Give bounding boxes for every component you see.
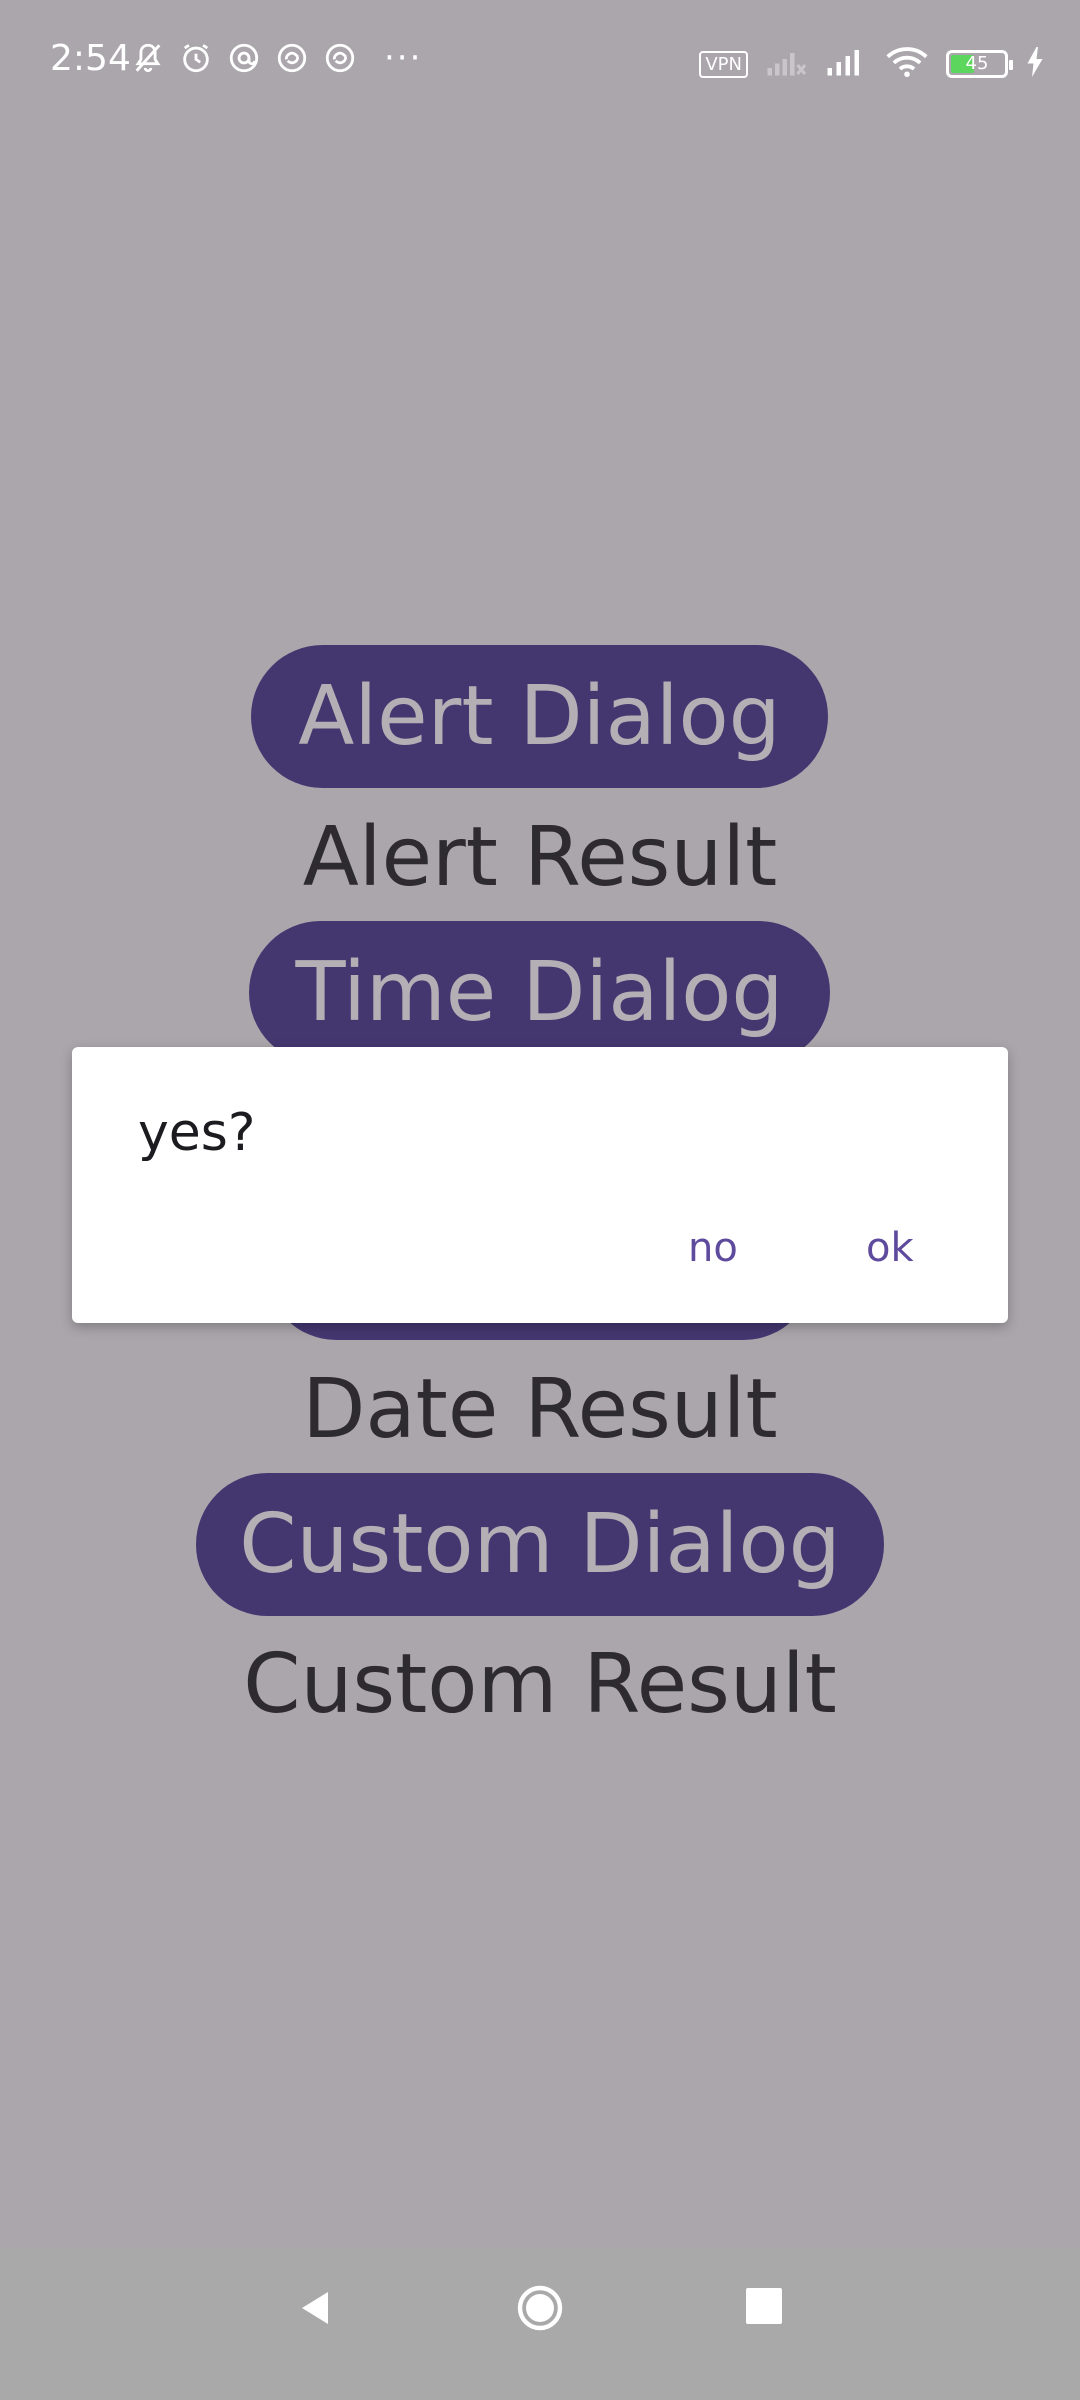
home-icon[interactable]: [516, 2284, 564, 2332]
dialog-ok-button[interactable]: ok: [866, 1225, 914, 1271]
vpn-icon: VPN: [699, 50, 748, 78]
custom-dialog-button-label: Custom Dialog: [239, 1497, 841, 1592]
date-result-text: Date Result: [302, 1362, 778, 1457]
custom-result-text: Custom Result: [243, 1637, 837, 1732]
alert-dialog: yes? no ok: [72, 1047, 1008, 1323]
alert-dialog-button[interactable]: Alert Dialog: [251, 645, 828, 788]
navigation-bar: [0, 2248, 1080, 2400]
wifi-icon: [886, 46, 928, 82]
system-icons: VPN 45: [699, 46, 1044, 82]
alert-result-text: Alert Result: [302, 810, 778, 905]
notification-icons: ···: [130, 40, 422, 76]
battery-icon: 45: [946, 50, 1013, 78]
at-icon: [226, 40, 262, 76]
recents-icon[interactable]: [746, 2288, 782, 2324]
status-time: 2:54: [50, 38, 131, 79]
back-icon[interactable]: [296, 2288, 336, 2328]
dialog-no-button[interactable]: no: [688, 1225, 738, 1271]
sync-icon: [322, 40, 358, 76]
time-dialog-button-label: Time Dialog: [295, 945, 784, 1040]
status-bar: 2:54 ··· VPN 45: [0, 0, 1080, 128]
custom-dialog-button[interactable]: Custom Dialog: [196, 1473, 884, 1616]
more-dots-icon: ···: [384, 38, 423, 78]
alarm-icon: [178, 40, 214, 76]
dialog-message: yes?: [138, 1103, 256, 1163]
mute-bell-icon: [130, 40, 166, 76]
charging-icon: [1026, 47, 1044, 81]
signal-weak-icon: [766, 47, 808, 81]
alert-dialog-button-label: Alert Dialog: [298, 669, 781, 764]
signal-icon: [826, 47, 868, 81]
battery-percent: 45: [965, 53, 989, 74]
time-dialog-button[interactable]: Time Dialog: [249, 921, 830, 1064]
sync-icon: [274, 40, 310, 76]
